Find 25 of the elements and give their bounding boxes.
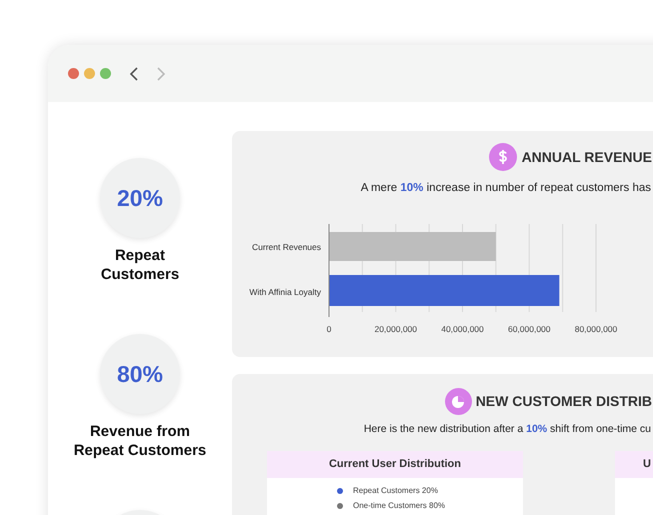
forward-icon[interactable] [156, 66, 166, 80]
category-label: Current Revenues [252, 242, 321, 252]
dollar-icon [488, 143, 517, 171]
pie-chart-icon [444, 388, 472, 415]
subtitle: Here is the new distribution after a 10% shift from one-time cu [364, 422, 651, 437]
stat-value: 20% [116, 184, 164, 213]
back-icon[interactable] [129, 66, 139, 80]
legend-label: Repeat Customers 20% [353, 484, 438, 497]
legend-label: One-time Customers 80% [353, 500, 446, 512]
axis-tick-label: 20,000,000 [374, 324, 418, 334]
panel-title: NEW CUSTOMER DISTRIB [476, 392, 653, 411]
axis-tick-label: 60,000,000 [508, 324, 551, 334]
axis-tick-label: 0 [326, 324, 332, 334]
category-label: With Affinia Loyalty [249, 287, 321, 298]
subtitle: A mere 10% increase in number of repeat customers has [360, 181, 651, 196]
stat-value: 80% [116, 360, 163, 389]
card-title: U [643, 457, 651, 472]
axis-tick-label: 40,000,000 [441, 324, 484, 334]
axis-tick-label: 80,000,000 [574, 324, 618, 334]
stat-label: Repeat [114, 246, 165, 265]
panel-title: ANNUAL REVENUE [522, 148, 653, 166]
stat-label: Repeat Customers [74, 441, 206, 460]
stat-label: Revenue from [90, 422, 190, 441]
card-title: Current User Distribution [328, 457, 461, 472]
stat-label: Customers [100, 265, 180, 284]
